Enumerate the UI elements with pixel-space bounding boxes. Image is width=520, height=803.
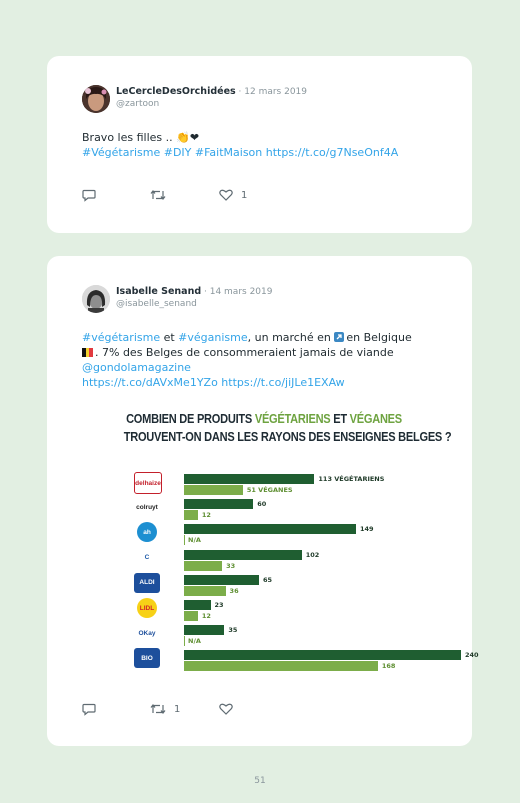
hashtags[interactable]: #Végétarisme #DIY #FaitMaison	[82, 146, 262, 159]
bar-vegetariens	[184, 524, 356, 535]
tweet-actions: 1	[82, 189, 282, 205]
reply-button[interactable]	[82, 189, 96, 202]
bar-vegetariens	[184, 600, 211, 610]
data-label-veganes: 33	[226, 561, 236, 570]
retweet-count: 1	[174, 703, 181, 715]
data-label-vegetariens: 102	[305, 550, 320, 559]
avatar[interactable]	[82, 285, 110, 313]
data-label-vegetariens: 65	[263, 575, 273, 584]
bar-vegetariens	[184, 499, 254, 510]
chart: COMBIEN DE PRODUITS VÉGÉTARIENS ET VÉGAN…	[99, 411, 479, 691]
reply-icon	[82, 189, 96, 202]
data-label-vegetariens: 113 VÉGÉTARIENS	[318, 475, 385, 483]
tweet-date[interactable]: · 14 mars 2019	[201, 287, 272, 297]
bar-veganes	[184, 485, 243, 495]
store-logo-lidl: LIDL	[137, 598, 157, 618]
tweet-actions: 1	[82, 703, 282, 719]
belgium-flag-icon	[82, 346, 93, 357]
up-right-arrow-icon	[334, 332, 345, 342]
store-logo-aldi: ALDI	[134, 572, 160, 593]
text-belgique: en Belgique	[346, 331, 412, 344]
bar-veganes	[184, 611, 198, 621]
retweet-icon	[150, 190, 166, 200]
tweet-link[interactable]: https://t.co/g7NseOnf4A	[266, 146, 398, 159]
data-label-veganes: 12	[201, 612, 211, 620]
text-and: et	[160, 331, 179, 344]
bar-vegetariens	[184, 574, 260, 585]
page-number: 51	[254, 776, 266, 786]
bar-veganes	[184, 661, 378, 672]
tweet-text: Bravo les filles .. 👏❤ #Végétarisme #DIY…	[82, 130, 452, 160]
data-label-vegetariens: 35	[228, 626, 238, 635]
tweet-date[interactable]: · 12 mars 2019	[236, 87, 307, 97]
chart-title-part: COMBIEN DE PRODUITS	[126, 411, 255, 426]
reply-button[interactable]	[82, 703, 96, 716]
bar-vegetariens	[184, 625, 225, 636]
avatar-image	[82, 85, 110, 113]
chart-title-line1: COMBIEN DE PRODUITS VÉGÉTARIENS ET VÉGAN…	[124, 411, 405, 426]
bar-veganes	[184, 585, 226, 596]
bar-vegetariens	[184, 474, 315, 484]
heart-icon	[219, 703, 233, 715]
avatar[interactable]	[82, 85, 110, 113]
hashtag-vegetarisme[interactable]: #végétarisme	[82, 331, 160, 344]
mention-link[interactable]: @gondolamagazine	[82, 361, 191, 374]
data-label-vegetariens: 23	[214, 601, 224, 609]
bar-veganes	[184, 560, 223, 571]
store-logo-okay: OKay	[134, 623, 160, 644]
tweet-links[interactable]: https://t.co/dAVxMe1YZo https://t.co/jiJ…	[82, 376, 345, 389]
store-logo-delhaize: delhaize	[134, 472, 162, 494]
bar-veganes	[184, 636, 185, 647]
avatar-image	[82, 285, 110, 313]
like-count: 1	[241, 189, 248, 201]
clap-heart-emoji: 👏❤	[176, 131, 200, 144]
store-logo-carrefour: C	[134, 547, 160, 568]
chart-title-highlight: VÉGÉTARIENS	[254, 411, 331, 426]
like-button[interactable]	[219, 703, 233, 715]
bar-vegetariens	[184, 650, 461, 661]
data-label-veganes: 12	[201, 511, 211, 520]
tweet-card: Isabelle Senand · 14 mars 2019 @isabelle…	[47, 256, 479, 746]
author-handle[interactable]: @zartoon	[116, 99, 159, 109]
chart-title-line2: TROUVENT-ON DANS LES RAYONS DES ENSEIGNE…	[123, 429, 452, 444]
data-label-veganes: 36	[229, 586, 239, 595]
author-name[interactable]: Isabelle Senand	[116, 286, 201, 297]
data-label-vegetariens: 240	[465, 651, 479, 660]
hashtag-veganisme[interactable]: #véganisme	[178, 331, 247, 344]
author-line: LeCercleDesOrchidées · 12 mars 2019	[116, 86, 307, 97]
author-line: Isabelle Senand · 14 mars 2019	[116, 286, 272, 297]
store-logo-bio-planet: BIO	[134, 648, 160, 669]
chart-title-part: ET	[330, 411, 350, 426]
store-logo-albert-heijn: ah	[137, 522, 157, 543]
tweet-text: #végétarisme et #véganisme, un marché en…	[82, 330, 452, 390]
tweet-card: LeCercleDesOrchidées · 12 mars 2019 @zar…	[47, 56, 472, 233]
like-button[interactable]: 1	[219, 189, 247, 201]
data-label-veganes: N/A	[188, 536, 201, 545]
text-mid: , un marché en	[247, 331, 335, 344]
heart-icon	[219, 189, 233, 201]
data-label-veganes: 51 VÉGANES	[246, 486, 293, 494]
text-rest: . 7% des Belges de consommeraient jamais…	[95, 346, 394, 359]
retweet-icon	[150, 704, 166, 714]
data-label-vegetariens: 60	[257, 500, 267, 509]
retweet-button[interactable]: 1	[150, 703, 180, 715]
data-label-vegetariens: 149	[359, 525, 374, 534]
author-handle[interactable]: @isabelle_senand	[116, 299, 197, 309]
bar-vegetariens	[184, 549, 302, 560]
tweet-text-main: Bravo les filles ..	[82, 131, 177, 144]
data-label-veganes: N/A	[188, 637, 201, 646]
bar-veganes	[184, 535, 185, 546]
store-logo-colruyt: colruyt	[134, 497, 160, 518]
author-name[interactable]: LeCercleDesOrchidées	[116, 86, 236, 97]
retweet-button[interactable]	[150, 189, 166, 201]
chart-title-highlight: VÉGANES	[349, 411, 403, 426]
bar-veganes	[184, 510, 198, 521]
reply-icon	[82, 703, 96, 716]
data-label-veganes: 168	[381, 662, 396, 671]
